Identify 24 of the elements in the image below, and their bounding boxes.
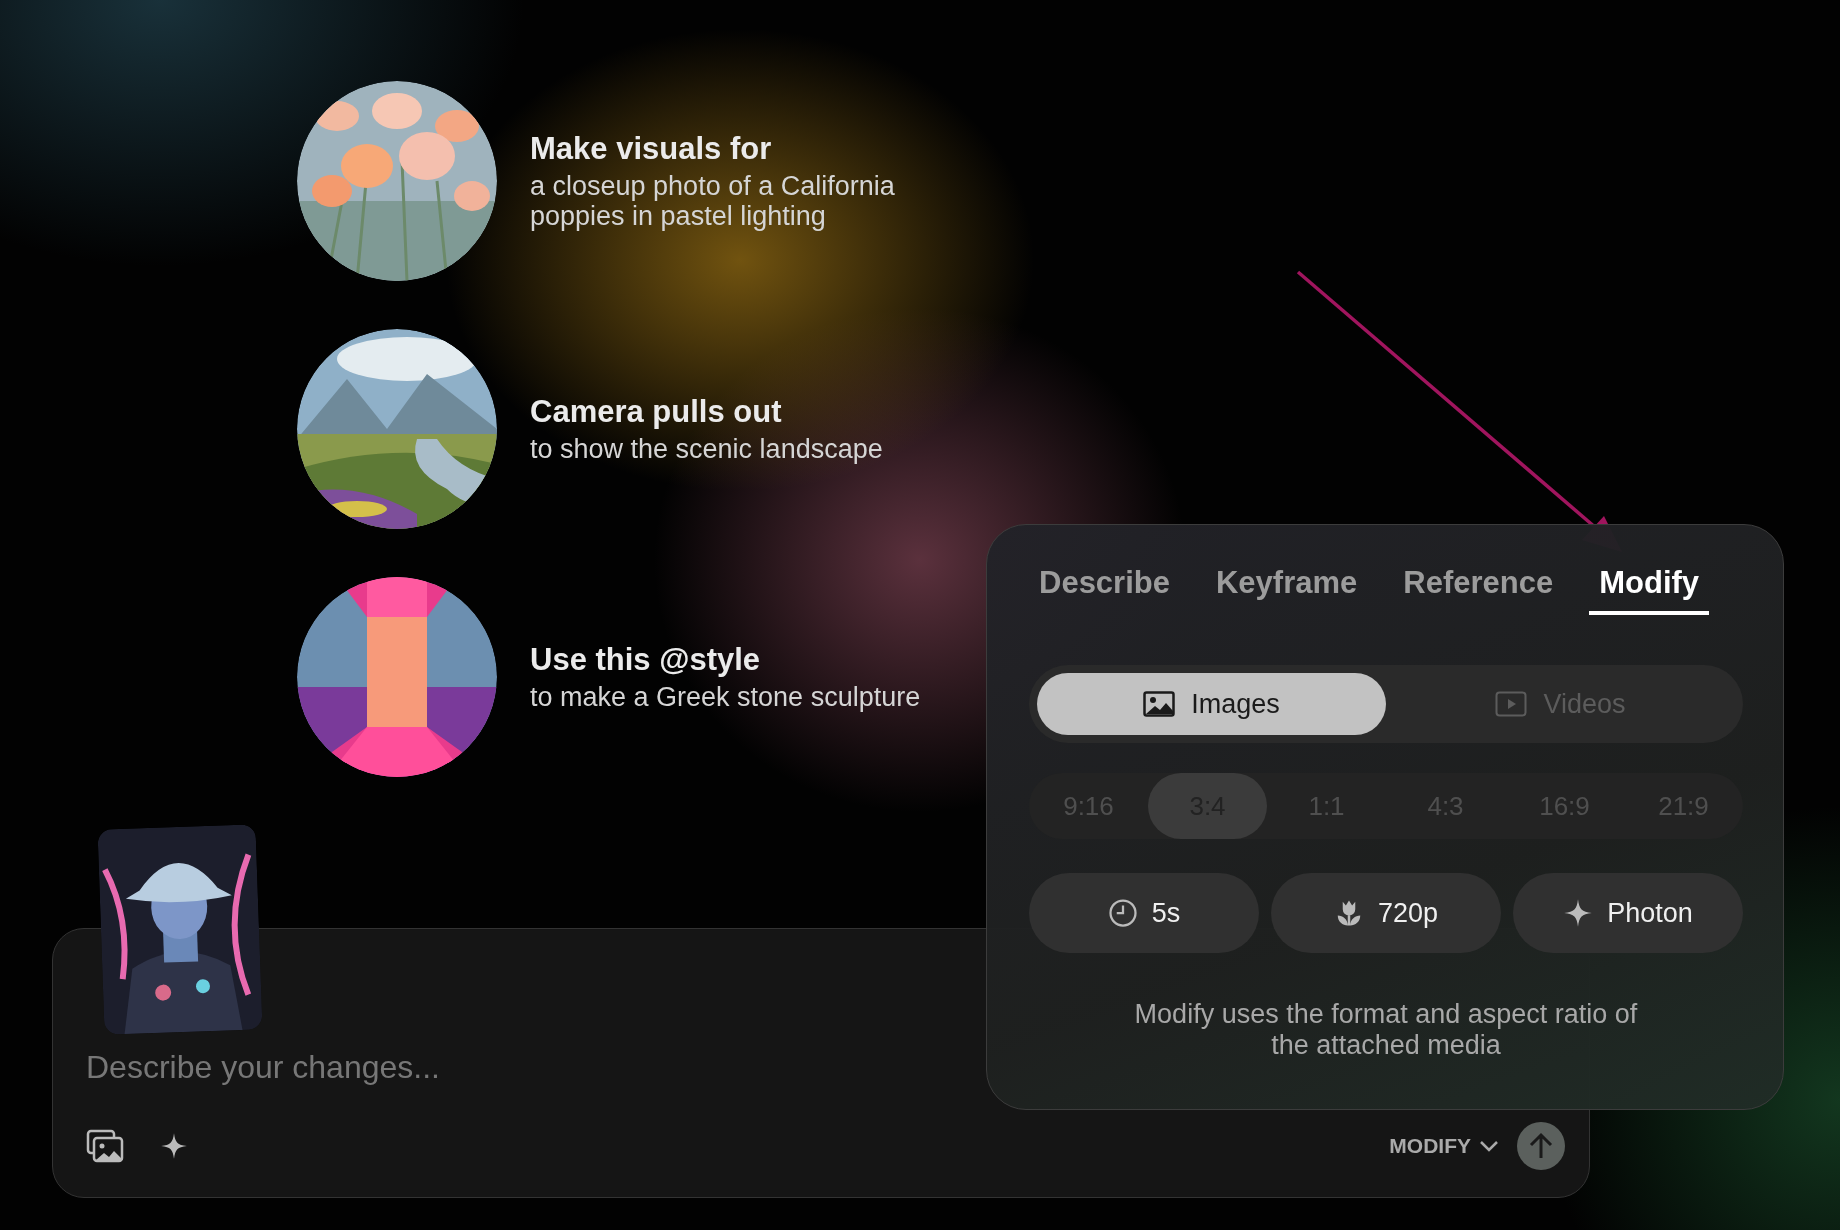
suggestion-subtitle: to show the scenic landscape (530, 433, 883, 465)
clock-icon (1107, 898, 1138, 928)
images-icon[interactable] (86, 1129, 124, 1163)
image-icon (1143, 691, 1176, 717)
option-button[interactable]: Photon (1513, 873, 1743, 953)
chevron-down-icon (1479, 1139, 1499, 1153)
tab[interactable]: Describe (1029, 565, 1180, 615)
suggestion-title[interactable]: Use this @style (530, 641, 921, 678)
option-button[interactable]: 5s (1029, 873, 1259, 953)
option-button[interactable]: 720p (1271, 873, 1501, 953)
send-button[interactable] (1517, 1122, 1565, 1170)
media-type-option[interactable]: Images (1037, 673, 1386, 735)
tab[interactable]: Keyframe (1205, 565, 1368, 615)
prompt-input[interactable]: Describe your changes... (86, 1049, 886, 1086)
mode-dropdown[interactable]: MODIFY (1389, 1134, 1499, 1158)
suggestion-subtitle: to make a Greek stone sculpture (530, 681, 921, 713)
suggestion-title[interactable]: Make visuals for (530, 130, 970, 167)
suggestion-title[interactable]: Camera pulls out (530, 393, 883, 430)
suggestion-subtitle: a closeup photo of a California poppies in pastel lighting (530, 170, 896, 232)
arrow-up-icon (1528, 1132, 1554, 1160)
tab[interactable]: Reference (1393, 565, 1564, 615)
panel-note: Modify uses the format and aspect ratio of the attached media (1133, 999, 1639, 1062)
tab[interactable]: Modify (1589, 565, 1710, 615)
video-icon (1495, 691, 1528, 717)
